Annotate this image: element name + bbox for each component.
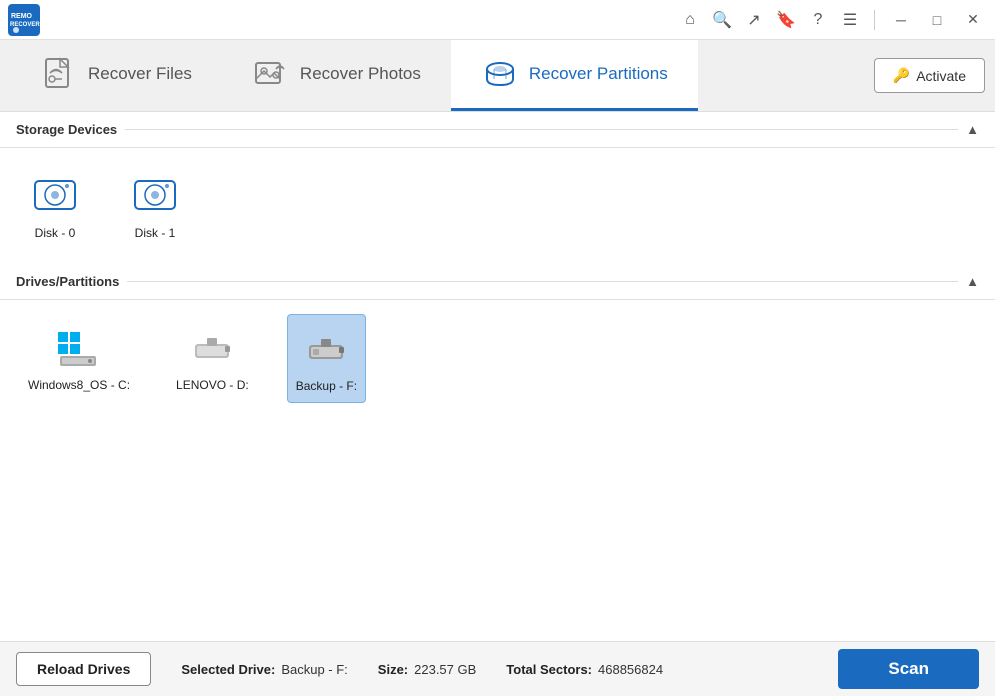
recover-files-icon — [40, 55, 78, 93]
storage-devices-section: Storage Devices ▲ Disk - 0 — [0, 112, 995, 264]
main-content: Storage Devices ▲ Disk - 0 — [0, 112, 995, 641]
total-sectors-label: Total Sectors: — [506, 662, 592, 677]
titlebar: REMO RECOVER ⌂ 🔍 ↗ 🔖 ? ☰ ─ □ ✕ — [0, 0, 995, 40]
total-sectors-info: Total Sectors: 468856824 — [506, 662, 663, 677]
size-value: 223.57 GB — [414, 662, 476, 677]
windows8-os-c-item[interactable]: Windows8_OS - C: — [20, 314, 138, 404]
drives-partitions-toggle[interactable]: ▲ — [966, 274, 979, 289]
windows8-os-c-icon — [54, 322, 104, 372]
tab-recover-photos-label: Recover Photos — [300, 64, 421, 84]
menu-icon[interactable]: ☰ — [838, 8, 862, 32]
backup-f-label: Backup - F: — [296, 379, 357, 395]
titlebar-right: ⌂ 🔍 ↗ 🔖 ? ☰ ─ □ ✕ — [678, 6, 987, 34]
share-icon[interactable]: ↗ — [742, 8, 766, 32]
help-icon[interactable]: ? — [806, 8, 830, 32]
disk-1-item[interactable]: Disk - 1 — [120, 162, 190, 250]
disk-0-item[interactable]: Disk - 0 — [20, 162, 90, 250]
selected-drive-value: Backup - F: — [281, 662, 347, 677]
tab-recover-partitions-label: Recover Partitions — [529, 64, 668, 84]
close-button[interactable]: ✕ — [959, 6, 987, 34]
storage-devices-label: Storage Devices — [16, 122, 117, 137]
windows8-os-c-label: Windows8_OS - C: — [28, 378, 130, 394]
recover-photos-icon — [252, 55, 290, 93]
activate-button[interactable]: 🔑 Activate — [874, 58, 985, 93]
svg-text:REMO: REMO — [11, 13, 33, 20]
tab-recover-files[interactable]: Recover Files — [10, 40, 222, 111]
storage-devices-header: Storage Devices ▲ — [0, 112, 995, 148]
disk-0-icon — [30, 170, 80, 220]
storage-devices-content: Disk - 0 Disk - 1 — [0, 148, 995, 264]
drives-partitions-label: Drives/Partitions — [16, 274, 119, 289]
titlebar-divider — [874, 10, 875, 30]
drives-partitions-section: Drives/Partitions ▲ — [0, 264, 995, 418]
key-icon: 🔑 — [893, 67, 910, 84]
bottombar: Reload Drives Selected Drive: Backup - F… — [0, 641, 995, 696]
lenovo-d-label: LENOVO - D: — [176, 378, 249, 394]
scan-button[interactable]: Scan — [838, 649, 979, 689]
storage-devices-toggle[interactable]: ▲ — [966, 122, 979, 137]
tab-recover-photos[interactable]: Recover Photos — [222, 40, 451, 111]
tab-recover-files-label: Recover Files — [88, 64, 192, 84]
tab-recover-partitions[interactable]: Recover Partitions — [451, 40, 698, 111]
minimize-button[interactable]: ─ — [887, 6, 915, 34]
lenovo-d-icon — [187, 322, 237, 372]
backup-f-item[interactable]: Backup - F: — [287, 314, 366, 404]
home-icon[interactable]: ⌂ — [678, 8, 702, 32]
selected-drive-info: Selected Drive: Backup - F: — [181, 662, 347, 677]
total-sectors-value: 468856824 — [598, 662, 663, 677]
lenovo-d-item[interactable]: LENOVO - D: — [168, 314, 257, 404]
selected-drive-label: Selected Drive: — [181, 662, 275, 677]
drives-partitions-line — [127, 281, 958, 282]
size-info: Size: 223.57 GB — [378, 662, 477, 677]
titlebar-left: REMO RECOVER — [8, 4, 40, 36]
app-logo: REMO RECOVER — [8, 4, 40, 36]
size-label: Size: — [378, 662, 408, 677]
tabbar: Recover Files Recover Photos Recover Par… — [0, 40, 995, 112]
storage-devices-line — [125, 129, 958, 130]
disk-1-label: Disk - 1 — [135, 226, 176, 242]
search-icon[interactable]: 🔍 — [710, 8, 734, 32]
recover-partitions-icon — [481, 55, 519, 93]
reload-drives-button[interactable]: Reload Drives — [16, 652, 151, 686]
disk-1-icon — [130, 170, 180, 220]
maximize-button[interactable]: □ — [923, 6, 951, 34]
disk-0-label: Disk - 0 — [35, 226, 76, 242]
svg-text:RECOVER: RECOVER — [10, 22, 40, 28]
drives-partitions-content: Windows8_OS - C: LENOVO - D: — [0, 300, 995, 418]
backup-f-icon — [301, 323, 351, 373]
drives-partitions-header: Drives/Partitions ▲ — [0, 264, 995, 300]
bookmark-icon[interactable]: 🔖 — [774, 8, 798, 32]
